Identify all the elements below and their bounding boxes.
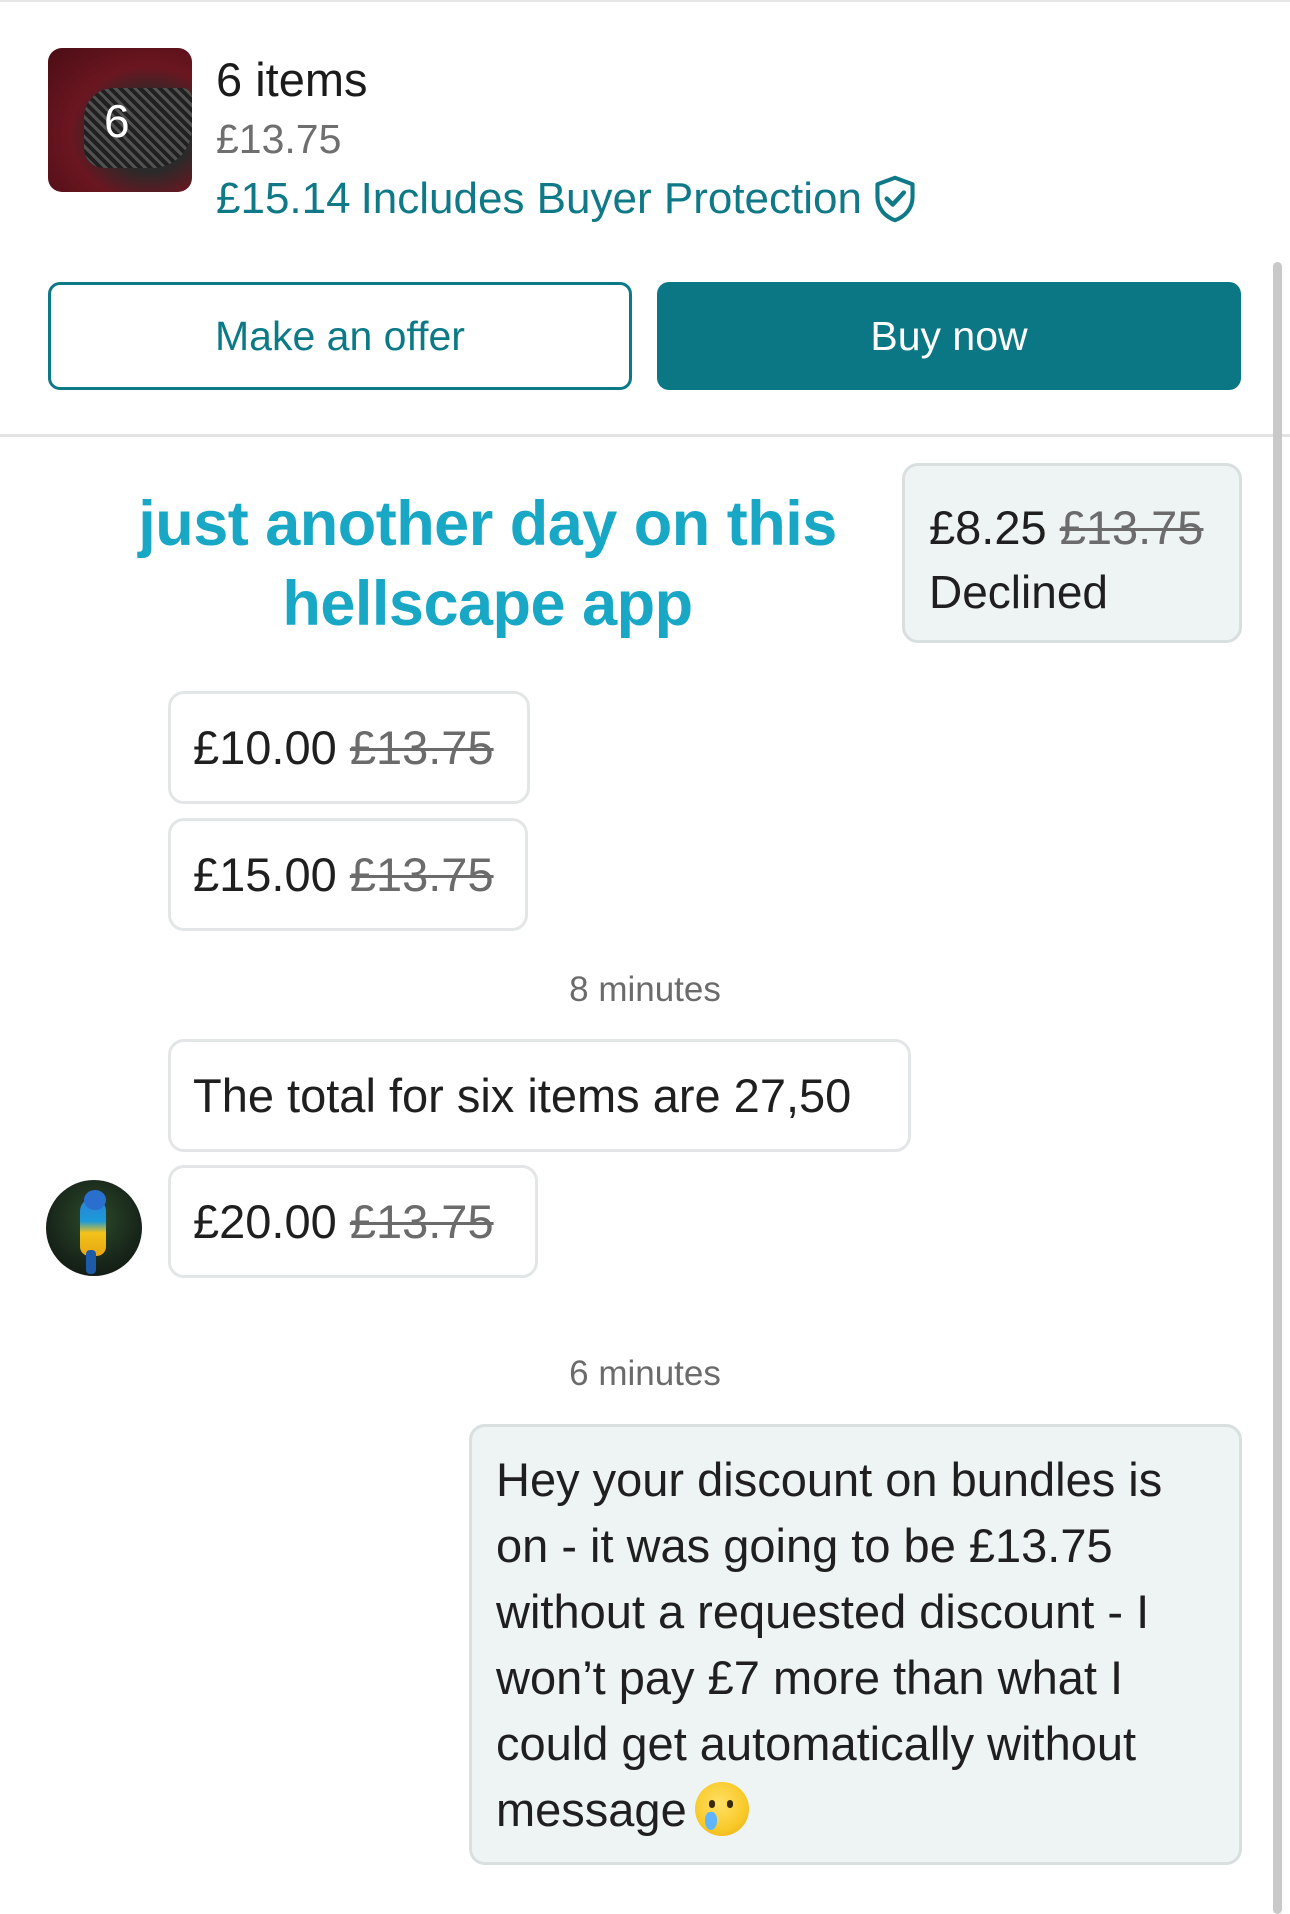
message-timestamp: 8 minutes <box>569 970 721 1009</box>
offer-bubble[interactable]: £10.00 £13.75 <box>168 691 530 804</box>
make-offer-button[interactable]: Make an offer <box>48 282 632 390</box>
caption-line-1: just another day on this <box>138 489 837 559</box>
message-timestamp: 6 minutes <box>569 1354 721 1393</box>
seller-avatar[interactable] <box>46 1180 142 1276</box>
offer-amount: £10.00 <box>193 721 337 774</box>
listing-price: £13.75 <box>216 116 342 162</box>
original-price: £13.75 <box>349 1195 494 1248</box>
offer-bubble[interactable]: £20.00 £13.75 <box>168 1165 538 1278</box>
original-price: £13.75 <box>349 721 494 774</box>
header-divider <box>0 434 1290 437</box>
top-divider <box>0 0 1290 2</box>
protection-label: Includes Buyer Protection <box>360 174 862 223</box>
declined-offer-bubble[interactable]: £8.25 £13.75 Declined <box>902 463 1242 643</box>
scrollbar[interactable] <box>1273 262 1282 1914</box>
offer-amount: £8.25 <box>929 501 1047 554</box>
offer-amount: £15.00 <box>193 848 337 901</box>
seller-message-bubble[interactable]: The total for six items are 27,50 <box>168 1039 911 1152</box>
offer-status: Declined <box>929 566 1108 618</box>
listing-title: 6 items <box>216 53 368 106</box>
shield-check-icon <box>875 175 915 223</box>
offer-amount: £20.00 <box>193 1195 337 1248</box>
original-price: £13.75 <box>1059 501 1204 554</box>
listing-thumbnail[interactable]: 6 <box>48 48 192 192</box>
meme-caption: just another day on this hellscape app <box>120 484 855 644</box>
buyer-message-bubble[interactable]: Hey your discount on bundles is on - it … <box>469 1424 1242 1865</box>
buy-now-button[interactable]: Buy now <box>657 282 1241 390</box>
parrot-head <box>84 1190 106 1210</box>
message-text: Hey your discount on bundles is on - it … <box>496 1453 1163 1836</box>
original-price: £13.75 <box>349 848 494 901</box>
parrot-tail <box>86 1250 96 1274</box>
crying-face-emoji-icon <box>694 1782 749 1836</box>
item-count-badge: 6 <box>104 95 130 147</box>
offer-bubble[interactable]: £15.00 £13.75 <box>168 818 528 931</box>
total-price: £15.14 <box>216 174 351 223</box>
buyer-protection-price[interactable]: £15.14 Includes Buyer Protection <box>216 174 918 224</box>
message-text: The total for six items are 27,50 <box>193 1069 852 1122</box>
caption-line-2: hellscape app <box>282 569 693 639</box>
